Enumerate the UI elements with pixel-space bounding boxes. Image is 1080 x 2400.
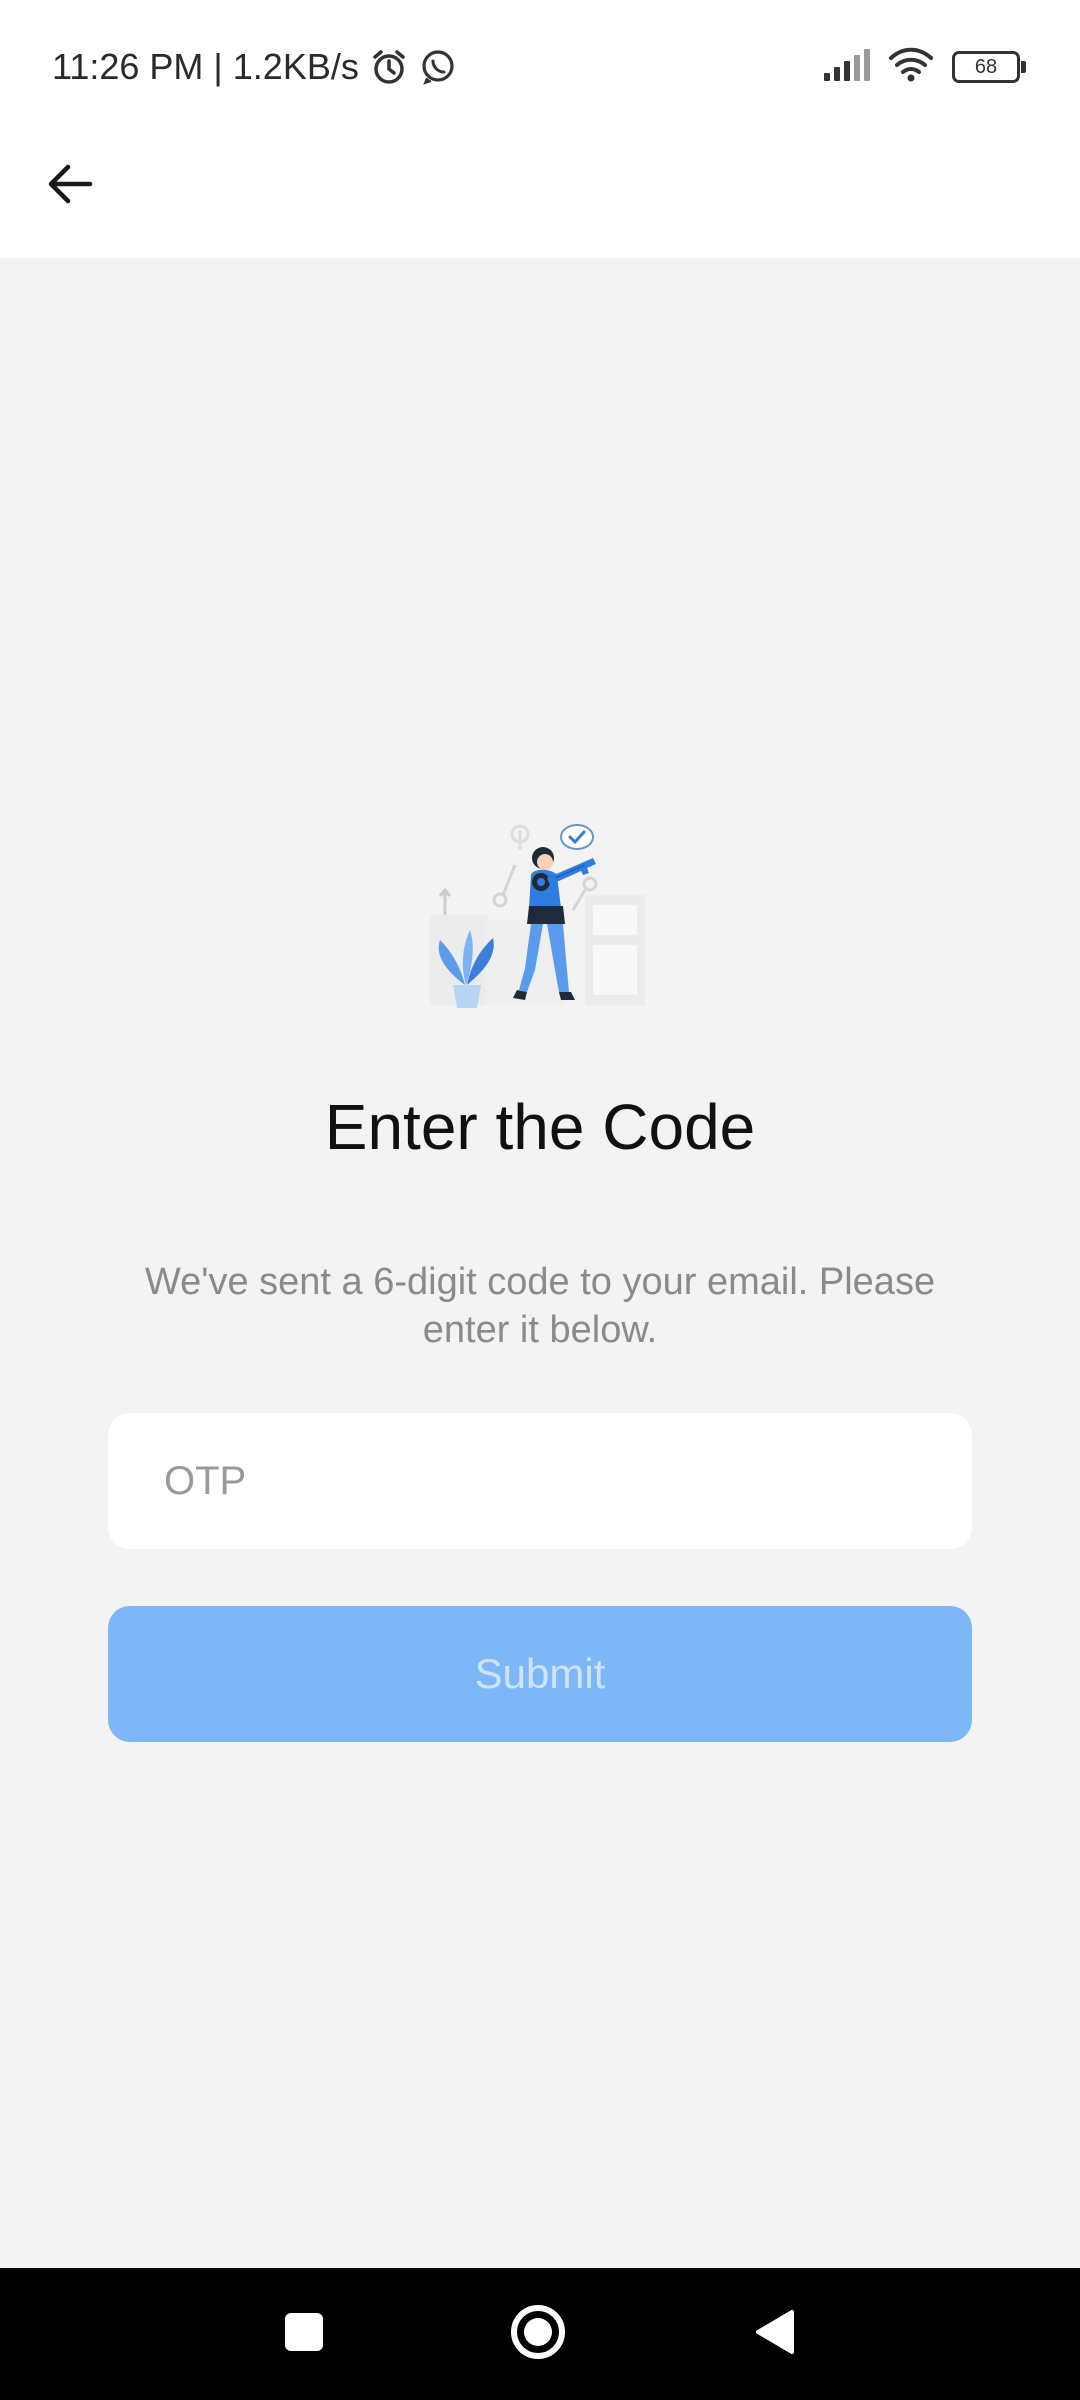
status-bar: 11:26 PM | 1.2KB/s 68 [0,0,1080,130]
arrow-left-icon [44,158,96,215]
battery-icon: 68 [952,51,1026,83]
whatsapp-icon [419,48,457,86]
recents-button[interactable] [268,2298,340,2370]
status-time-speed: 11:26 PM | 1.2KB/s [52,46,359,87]
navigation-bar [0,2268,1080,2400]
page-title: Enter the Code [324,1091,756,1163]
back-button[interactable] [30,146,110,226]
home-button[interactable] [502,2298,574,2370]
recents-square-icon [284,2312,324,2357]
submit-button[interactable]: Submit [108,1606,972,1742]
back-nav-button[interactable] [738,2298,810,2370]
person-holding-key-illustration [425,820,655,1020]
otp-input[interactable] [108,1413,972,1549]
status-right: 68 [822,44,1026,90]
status-left: 11:26 PM | 1.2KB/s [52,42,457,92]
battery-level: 68 [974,55,998,78]
wifi-icon [888,47,934,88]
app-bar [0,130,1080,258]
signal-icon [822,48,870,86]
page-subtitle: We've sent a 6-digit code to your email.… [144,1261,936,1351]
alarm-icon [369,47,409,87]
home-circle-icon [508,2302,568,2367]
back-triangle-icon [752,2308,796,2361]
